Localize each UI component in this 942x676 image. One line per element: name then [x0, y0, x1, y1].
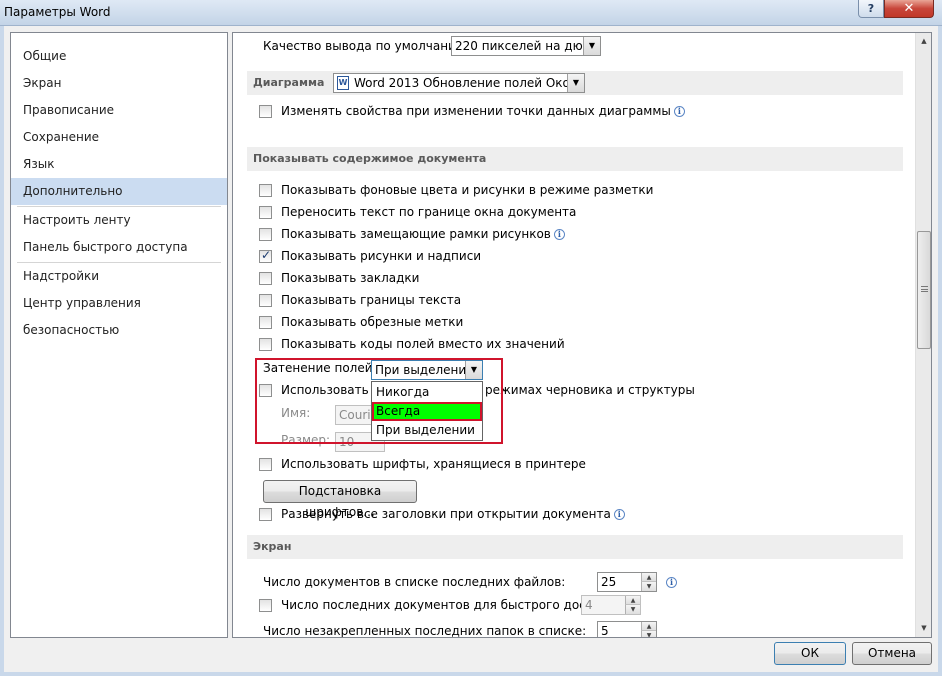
printer-fonts-label: Использовать шрифты, хранящиеся в принте… — [281, 457, 586, 471]
stepper-up-icon[interactable]: ▲ — [625, 596, 640, 605]
recent-docs-value: 25 — [601, 575, 617, 589]
sidebar-item-general[interactable]: Общие — [11, 43, 227, 70]
quick-access-docs-label: Число последних документов для быстрого … — [281, 598, 620, 612]
unpinned-folders-value: 5 — [601, 624, 609, 638]
window-title: Параметры Word — [4, 5, 111, 19]
wrap-text-label: Переносить текст по границе окна докумен… — [281, 205, 577, 219]
sidebar-item-language[interactable]: Язык — [11, 151, 227, 178]
chart-properties-checkbox[interactable] — [259, 105, 272, 118]
unpinned-folders-stepper[interactable]: 5 ▲ ▼ — [597, 621, 657, 638]
quick-access-docs-value: 4 — [585, 598, 593, 612]
sidebar-item-advanced[interactable]: Дополнительно — [11, 178, 227, 205]
stepper-up-icon[interactable]: ▲ — [641, 573, 656, 582]
font-substitution-button[interactable]: Подстановка шрифтов... — [263, 480, 417, 519]
sidebar-item-customize-ribbon[interactable]: Настроить ленту — [11, 207, 227, 234]
ok-button[interactable]: ОК — [774, 642, 846, 665]
text-boundaries-checkbox[interactable] — [259, 294, 272, 307]
field-codes-checkbox[interactable] — [259, 338, 272, 351]
quick-access-docs-checkbox[interactable] — [259, 599, 272, 612]
print-quality-select[interactable]: 220 пикселей на дюйм ▼ — [451, 36, 601, 56]
drawings-textboxes-label: Показывать рисунки и надписи — [281, 249, 482, 263]
sidebar-item-display[interactable]: Экран — [11, 70, 227, 97]
crop-marks-label: Показывать обрезные метки — [281, 315, 464, 329]
chart-document-value: Word 2013 Обновление полей Окон... — [354, 76, 585, 90]
background-colors-checkbox[interactable] — [259, 184, 272, 197]
help-button[interactable]: ? — [858, 0, 884, 18]
picture-placeholders-checkbox[interactable] — [259, 228, 272, 241]
scrollbar-thumb[interactable] — [917, 231, 931, 349]
draft-font-label-suffix: режимах черновика и структуры — [485, 383, 695, 397]
recent-docs-stepper[interactable]: 25 ▲ ▼ — [597, 572, 657, 592]
chevron-down-icon[interactable]: ▼ — [583, 37, 600, 55]
word-document-icon: W — [337, 76, 349, 90]
text-boundaries-label: Показывать границы текста — [281, 293, 462, 307]
display-section-header: Экран — [247, 535, 903, 559]
quick-access-docs-stepper[interactable]: 4 ▲ ▼ — [581, 595, 641, 615]
scroll-down-icon[interactable]: ▼ — [916, 620, 931, 637]
info-icon: i — [666, 577, 677, 588]
show-content-section-title: Показывать содержимое документа — [253, 152, 487, 165]
stepper-down-icon[interactable]: ▼ — [641, 631, 656, 637]
picture-placeholders-label: Показывать замещающие рамки рисунков i — [281, 224, 565, 244]
info-icon: i — [553, 229, 565, 240]
annotation-highlight-box — [255, 358, 503, 444]
bookmarks-label: Показывать закладки — [281, 271, 420, 285]
expand-headings-checkbox[interactable] — [259, 508, 272, 521]
field-codes-label: Показывать коды полей вместо их значений — [281, 337, 565, 351]
wrap-text-checkbox[interactable] — [259, 206, 272, 219]
options-sidebar: Общие Экран Правописание Сохранение Язык… — [10, 32, 228, 638]
scroll-up-icon[interactable]: ▲ — [916, 33, 931, 50]
title-bar: Параметры Word ? ✕ — [0, 0, 942, 26]
background-colors-label: Показывать фоновые цвета и рисунки в реж… — [281, 183, 654, 197]
cancel-button[interactable]: Отмена — [852, 642, 932, 665]
drawings-textboxes-checkbox[interactable] — [259, 248, 272, 263]
chart-document-select[interactable]: W Word 2013 Обновление полей Окон... ▼ — [333, 73, 585, 93]
show-content-section-header: Показывать содержимое документа — [247, 147, 903, 171]
display-section-title: Экран — [253, 540, 292, 553]
sidebar-item-trust-center[interactable]: Центр управления безопасностью — [11, 290, 227, 337]
grip-icon — [921, 286, 928, 292]
sidebar-item-quick-access-toolbar[interactable]: Панель быстрого доступа — [11, 234, 227, 261]
vertical-scrollbar[interactable]: ▲ ▼ — [915, 33, 931, 637]
recent-docs-label: Число документов в списке последних файл… — [263, 575, 566, 589]
info-icon: i — [673, 106, 685, 117]
crop-marks-checkbox[interactable] — [259, 316, 272, 329]
printer-fonts-checkbox[interactable] — [259, 458, 272, 471]
chevron-down-icon[interactable]: ▼ — [567, 74, 584, 92]
sidebar-item-proofing[interactable]: Правописание — [11, 97, 227, 124]
bookmarks-checkbox[interactable] — [259, 272, 272, 285]
close-button[interactable]: ✕ — [884, 0, 934, 18]
unpinned-folders-label: Число незакрепленных последних папок в с… — [263, 624, 587, 638]
advanced-options-panel: Качество вывода по умолчанию: 220 пиксел… — [232, 32, 932, 638]
stepper-down-icon[interactable]: ▼ — [625, 605, 640, 614]
stepper-up-icon[interactable]: ▲ — [641, 622, 656, 631]
sidebar-item-save[interactable]: Сохранение — [11, 124, 227, 151]
dialog-client: Общие Экран Правописание Сохранение Язык… — [4, 26, 938, 672]
expand-headings-label: Развернуть все заголовки при открытии до… — [281, 504, 625, 524]
sidebar-item-addins[interactable]: Надстройки — [11, 263, 227, 290]
print-quality-value: 220 пикселей на дюйм — [455, 39, 600, 53]
chart-properties-label: Изменять свойства при изменении точки да… — [281, 101, 685, 121]
info-icon: i — [613, 509, 625, 520]
stepper-down-icon[interactable]: ▼ — [641, 582, 656, 591]
chart-section-title: Диаграмма — [253, 76, 325, 89]
print-quality-label: Качество вывода по умолчанию: — [263, 39, 470, 53]
